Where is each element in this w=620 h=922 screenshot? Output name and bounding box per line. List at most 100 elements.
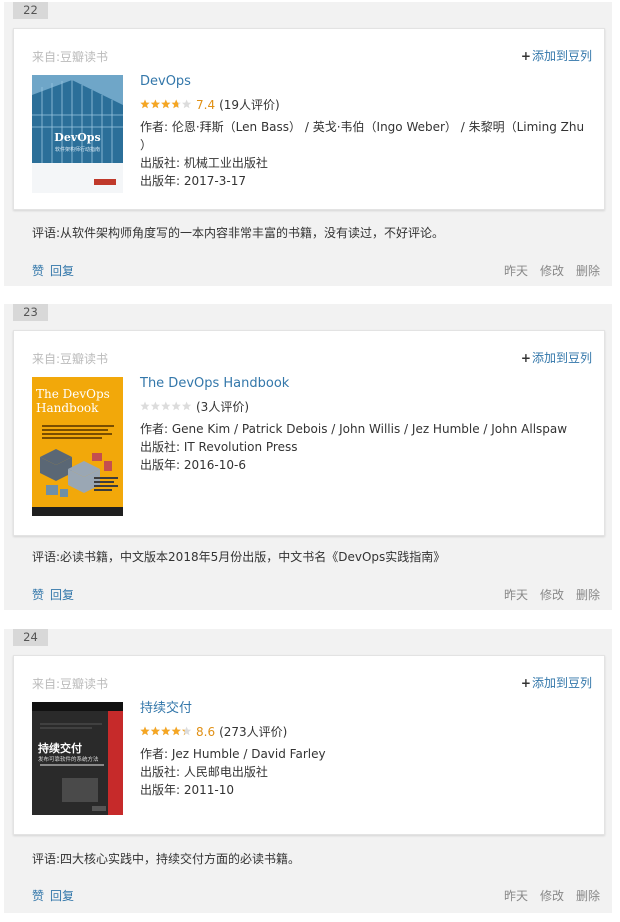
book-card: 来自:豆瓣读书 +添加到豆列 持续交付 发布可靠软件的系统方法 持续交付 8.6… [13, 655, 605, 835]
add-to-doulist-label: 添加到豆列 [531, 49, 592, 63]
rating-votes[interactable]: (3人评价) [196, 400, 249, 414]
book-title-link[interactable]: The DevOps Handbook [140, 375, 590, 393]
review-block: 22 来自:豆瓣读书 +添加到豆列 DevOps 软件架构师行动指南 DevOp… [4, 2, 612, 286]
source-site-link[interactable]: 豆瓣读书 [60, 677, 108, 691]
cover-title: 持续交付 [38, 742, 82, 755]
star-rating-svg [140, 401, 192, 410]
comment-text: 四大核心实践中，持续交付方面的必读书籍。 [60, 852, 301, 866]
actions-left: 赞回复 [32, 586, 80, 603]
star-icon [140, 401, 150, 410]
add-to-doulist-button[interactable]: +添加到豆列 [521, 674, 592, 691]
book-cover[interactable]: 持续交付 发布可靠软件的系统方法 [32, 702, 123, 815]
source-line: 来自:豆瓣读书 [32, 675, 108, 692]
source-prefix: 来自: [32, 677, 61, 691]
cover-title: DevOps [54, 131, 101, 144]
rating-stars [140, 98, 192, 114]
add-to-doulist-label: 添加到豆列 [531, 351, 592, 365]
star-icon [182, 99, 192, 108]
comment-prefix: 评语: [32, 550, 61, 564]
cover-title: The DevOps Handbook [36, 387, 110, 415]
rating-line: 8.6 (273人评价) [140, 724, 590, 740]
rating-line: (3人评价) [140, 399, 590, 415]
star-icon [161, 99, 171, 108]
rating-stars [140, 725, 192, 741]
source-prefix: 来自: [32, 50, 61, 64]
delete-button[interactable]: 删除 [576, 264, 600, 278]
star-icon [181, 726, 192, 735]
source-site-link[interactable]: 豆瓣读书 [60, 352, 108, 366]
add-to-doulist-button[interactable]: +添加到豆列 [521, 349, 592, 366]
book-title-link[interactable]: 持续交付 [140, 700, 590, 718]
star-icon [150, 726, 160, 735]
book-pubdate: 出版年: 2017-3-17 [140, 174, 246, 188]
star-icon [171, 99, 181, 108]
add-to-doulist-button[interactable]: +添加到豆列 [521, 47, 592, 64]
like-button[interactable]: 赞 [32, 588, 44, 602]
rating-score: 8.6 [196, 725, 216, 739]
book-cover[interactable]: The DevOps Handbook [32, 377, 123, 516]
timestamp: 昨天 [503, 264, 528, 278]
source-line: 来自:豆瓣读书 [32, 48, 108, 65]
rating-votes[interactable]: (273人评价) [219, 725, 287, 739]
star-icon [171, 726, 181, 735]
comment-line: 评语:四大核心实践中，持续交付方面的必读书籍。 [32, 850, 300, 867]
reply-button[interactable]: 回复 [50, 264, 74, 278]
actions-left: 赞回复 [32, 887, 80, 904]
edit-button[interactable]: 修改 [540, 264, 564, 278]
plus-icon: + [520, 49, 531, 63]
timestamp: 昨天 [503, 889, 528, 903]
book-info: DevOps 7.4 (19人评价) 作者: 伦恩·拜斯（Len Bass） / … [140, 73, 590, 190]
timestamp: 昨天 [503, 588, 528, 602]
delete-button[interactable]: 删除 [576, 588, 600, 602]
review-block: 23 来自:豆瓣读书 +添加到豆列 The DevOps Handbook Th… [4, 304, 612, 610]
comment-text: 必读书籍，中文版本2018年5月份出版，中文书名《DevOps实践指南》 [60, 550, 446, 564]
book-author: 作者: 伦恩·拜斯（Len Bass） / 英戈·韦伯（Ingo Weber） … [140, 120, 585, 152]
reply-button[interactable]: 回复 [50, 889, 74, 903]
book-pubdate: 出版年: 2016-10-6 [140, 458, 246, 472]
edit-button[interactable]: 修改 [540, 588, 564, 602]
delete-button[interactable]: 删除 [576, 889, 600, 903]
book-pubdate: 出版年: 2011-10 [140, 783, 234, 797]
book-info: The DevOps Handbook (3人评价) 作者: Gene Kim … [140, 375, 590, 474]
review-block: 24 来自:豆瓣读书 +添加到豆列 持续交付 发布可靠软件的系统方法 持续交付 … [4, 629, 612, 913]
plus-icon: + [520, 351, 531, 365]
star-icon [161, 401, 171, 410]
book-info: 持续交付 8.6 (273人评价) 作者: Jez Humble / David … [140, 700, 590, 799]
comment-prefix: 评语: [32, 226, 61, 240]
edit-button[interactable]: 修改 [540, 889, 564, 903]
actions-left: 赞回复 [32, 262, 80, 279]
book-publisher: 出版社: 人民邮电出版社 [140, 765, 268, 779]
item-index: 23 [13, 304, 48, 321]
book-cover[interactable]: DevOps 软件架构师行动指南 [32, 75, 123, 193]
star-icon [140, 726, 150, 735]
book-card: 来自:豆瓣读书 +添加到豆列 DevOps 软件架构师行动指南 DevOps 7… [13, 28, 605, 210]
book-author: 作者: Gene Kim / Patrick Debois / John Wil… [140, 422, 568, 436]
rating-stars [140, 400, 192, 416]
comment-prefix: 评语: [32, 852, 61, 866]
actions-right: 昨天 修改 删除 [492, 586, 600, 603]
book-publisher: 出版社: 机械工业出版社 [140, 156, 268, 170]
like-button[interactable]: 赞 [32, 264, 44, 278]
comment-line: 评语:必读书籍，中文版本2018年5月份出版，中文书名《DevOps实践指南》 [32, 548, 445, 565]
rating-votes[interactable]: (19人评价) [219, 98, 280, 112]
book-title-link[interactable]: DevOps [140, 73, 590, 91]
star-icon [150, 99, 160, 108]
book-author: 作者: Jez Humble / David Farley [140, 747, 326, 761]
source-prefix: 来自: [32, 352, 61, 366]
source-site-link[interactable]: 豆瓣读书 [60, 50, 108, 64]
cover-subtitle: 发布可靠软件的系统方法 [38, 757, 99, 763]
rating-score: 7.4 [196, 98, 216, 112]
rating-line: 7.4 (19人评价) [140, 97, 590, 113]
star-icon [150, 401, 160, 410]
star-icon [161, 726, 171, 735]
item-index: 22 [13, 2, 48, 19]
reply-button[interactable]: 回复 [50, 588, 74, 602]
item-index: 24 [13, 629, 48, 646]
comment-text: 从软件架构师角度写的一本内容非常丰富的书籍，没有读过，不好评论。 [60, 226, 445, 240]
like-button[interactable]: 赞 [32, 889, 44, 903]
star-icon [140, 99, 150, 108]
star-icon [171, 401, 181, 410]
comment-line: 评语:从软件架构师角度写的一本内容非常丰富的书籍，没有读过，不好评论。 [32, 224, 444, 241]
star-rating-svg [140, 726, 192, 735]
cover-subtitle: 软件架构师行动指南 [54, 147, 100, 153]
